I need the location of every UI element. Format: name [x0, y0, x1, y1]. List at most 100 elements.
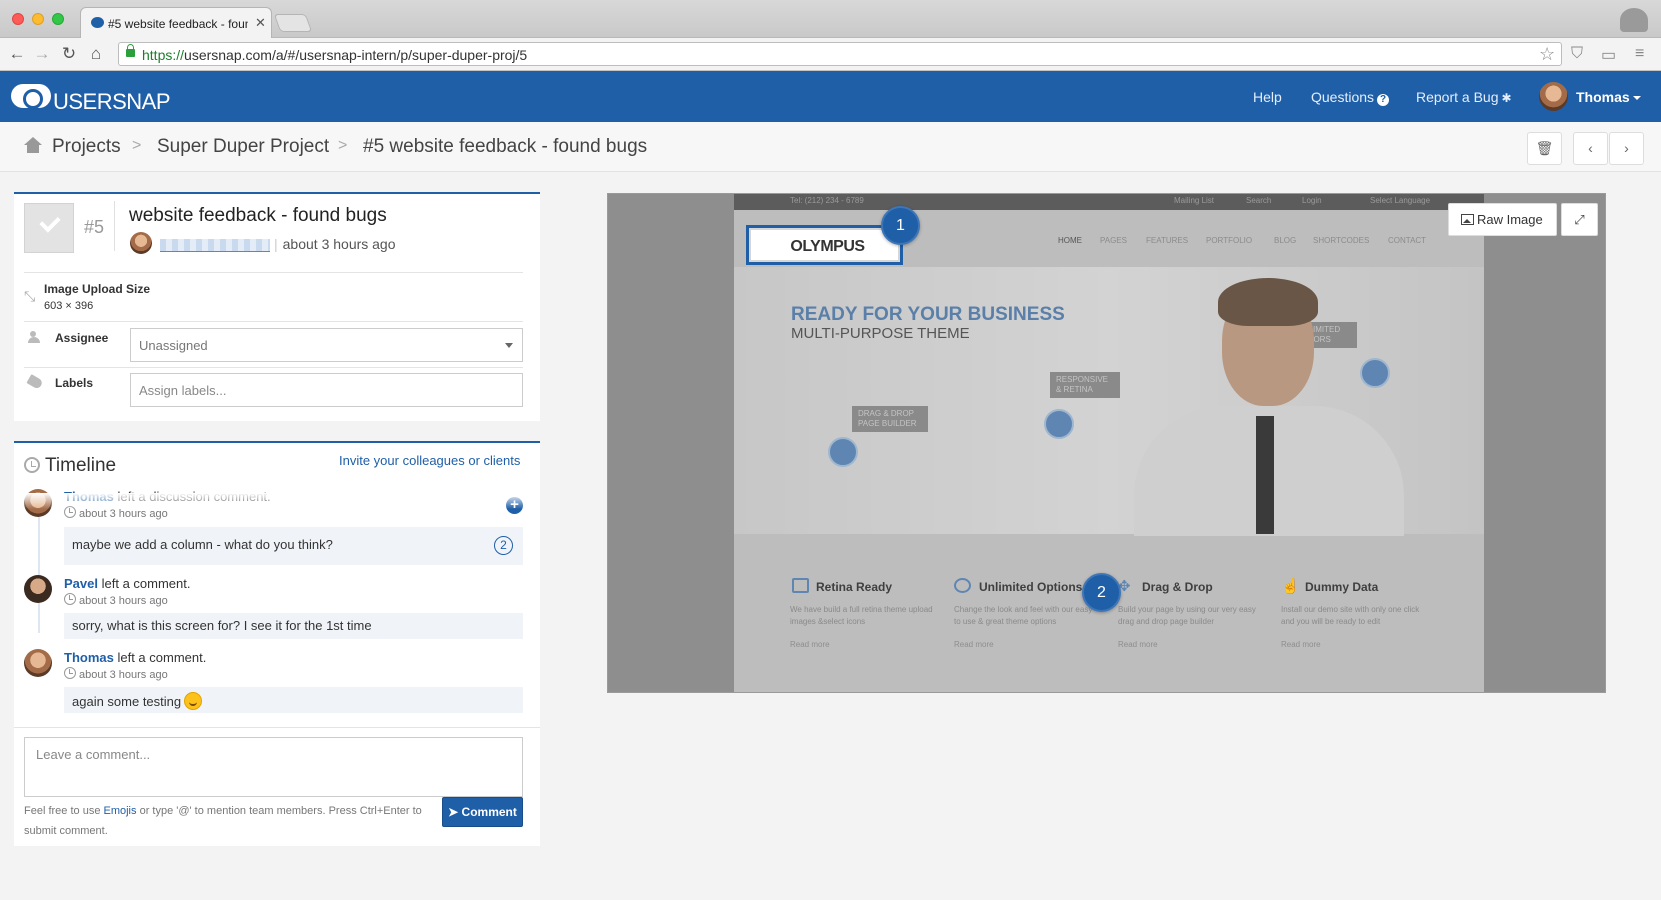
pavel-avatar [24, 575, 52, 603]
comment-body: sorry, what is this screen for? I see it… [64, 613, 523, 639]
entry-time-text: about 3 hours ago [79, 595, 168, 607]
browser-tab[interactable]: #5 website feedback - found bugs ✕ [80, 7, 272, 39]
divider [114, 201, 115, 251]
monitor-icon [792, 578, 809, 593]
window-minimize-icon[interactable] [32, 13, 44, 25]
questions-label: Questions [1311, 89, 1375, 105]
caret-down-icon [1632, 96, 1641, 101]
forward-icon[interactable]: → [33, 44, 51, 64]
smile-emoji-icon [184, 692, 203, 710]
site-feature-text: Change the look and feel with our easy t… [954, 605, 1093, 626]
thomas-avatar [24, 649, 52, 677]
user-name: Thomas [1576, 89, 1630, 105]
raw-image-button[interactable]: Raw Image [1448, 203, 1557, 236]
breadcrumb-separator: > [338, 137, 348, 154]
expand-icon: ⤢ [1574, 212, 1585, 227]
raw-image-label: Raw Image [1477, 212, 1543, 227]
labels-input[interactable] [131, 374, 522, 406]
issue-title: website feedback - found bugs [129, 205, 387, 226]
reporter-email-redacted[interactable] [160, 239, 270, 252]
clock-icon [64, 593, 76, 605]
chevron-right-icon: › [1624, 140, 1629, 156]
annotation-pin-1[interactable]: 1 [881, 206, 920, 245]
site-nav-item: PAGES [1100, 236, 1127, 245]
help-link[interactable]: Help [1253, 89, 1282, 105]
shield-icon[interactable]: ⛉ [1571, 45, 1583, 63]
site-logo-text: OLYMPUS [790, 238, 865, 255]
site-hero-title: READY FOR YOUR BUSINESS [791, 304, 1065, 325]
issue-panel: #5 website feedback - found bugs about 3… [14, 192, 540, 421]
camera-logo-icon [11, 84, 51, 109]
gear-icon [954, 578, 971, 593]
question-circle-icon: ? [1377, 94, 1390, 106]
new-tab-button[interactable] [273, 14, 313, 32]
marker-badge[interactable]: 2 [494, 536, 513, 555]
window-close-icon[interactable] [12, 13, 24, 25]
labels-input-wrap [130, 373, 523, 407]
site-feature-text: We have build a full retina theme upload… [790, 605, 933, 626]
caret-down-icon [505, 343, 513, 348]
site-feature-text: Install our demo site with only one clic… [1281, 605, 1420, 626]
help-text-pre: Feel free to use [24, 805, 101, 817]
breadcrumb-project[interactable]: Super Duper Project [157, 136, 329, 158]
site-hero-subtitle: MULTI-PURPOSE THEME [791, 325, 970, 342]
site-feature-more: Read more [1118, 640, 1158, 649]
divider [24, 321, 523, 322]
browser-titlebar: #5 website feedback - found bugs ✕ [0, 0, 1661, 39]
comment-button[interactable]: ➤ Comment [442, 797, 523, 827]
size-value: 603 × 396 [44, 300, 94, 312]
menu-icon[interactable]: ≡ [1635, 45, 1644, 63]
report-bug-link[interactable]: Report a Bug ✱ [1416, 89, 1512, 105]
home-icon[interactable] [24, 137, 42, 153]
user-menu[interactable]: Thomas [1576, 89, 1641, 105]
comment-text: sorry, what is this screen for? I see it… [72, 618, 372, 633]
invite-link[interactable]: Invite your colleagues or clients [339, 453, 520, 468]
assignee-select[interactable]: Unassigned [130, 328, 523, 362]
breadcrumb-issue: #5 website feedback - found bugs [363, 136, 648, 157]
delete-button[interactable]: 🗑 [1527, 132, 1562, 165]
annotation-pin-2[interactable]: 2 [1082, 573, 1121, 612]
site-hero-person-tie [1256, 416, 1274, 534]
url-text: https://usersnap.com/a/#/usersnap-intern… [142, 47, 528, 63]
bookmark-star-icon[interactable]: ☆ [1539, 44, 1555, 65]
site-feature-text: Build your page by using our very easy d… [1118, 605, 1256, 626]
entry-author[interactable]: Thomas [64, 650, 114, 665]
emojis-link[interactable]: Emojis [104, 805, 137, 817]
cast-icon[interactable]: ▭ [1601, 45, 1616, 65]
entry-time-text: about 3 hours ago [79, 669, 168, 681]
address-bar[interactable]: https://usersnap.com/a/#/usersnap-intern… [118, 42, 1562, 66]
user-avatar[interactable] [1539, 82, 1568, 111]
tab-close-icon[interactable]: ✕ [255, 15, 266, 31]
fullscreen-button[interactable]: ⤢ [1561, 203, 1598, 236]
clock-icon [24, 457, 40, 473]
report-bug-label: Report a Bug [1416, 89, 1499, 105]
breadcrumb-projects[interactable]: Projects [52, 136, 121, 158]
timeline-line [38, 503, 40, 633]
site-topbar-link: Mailing List [1174, 196, 1215, 205]
window-zoom-icon[interactable] [52, 13, 64, 25]
entry-author[interactable]: Pavel [64, 576, 98, 591]
home-icon[interactable]: ⌂ [87, 44, 105, 64]
site-nav-item: BLOG [1274, 236, 1297, 245]
breadcrumb-separator: > [132, 137, 142, 154]
site-feature-title: Dummy Data [1305, 580, 1379, 594]
site-feature-more: Read more [790, 640, 830, 649]
screenshot-viewer[interactable]: Tel: (212) 234 - 6789 Mailing List Searc… [607, 193, 1606, 693]
incognito-icon [1620, 8, 1648, 32]
site-topbar-link: Login [1302, 196, 1322, 205]
browser-toolbar: ← → ↻ ⌂ https://usersnap.com/a/#/usersna… [0, 38, 1661, 71]
questions-link[interactable]: Questions? [1311, 89, 1390, 106]
previous-issue-button[interactable]: ‹ [1573, 132, 1608, 165]
logo-text: USERSNAP [53, 89, 171, 114]
site-topbar-link: Select Language [1370, 196, 1431, 205]
resolve-checkbox[interactable] [24, 203, 74, 253]
back-icon[interactable]: ← [8, 44, 26, 64]
divider [24, 367, 523, 368]
entry-time: about 3 hours ago [64, 667, 168, 681]
next-issue-button[interactable]: › [1609, 132, 1644, 165]
comment-input[interactable] [25, 738, 522, 796]
site-feature-more: Read more [1281, 640, 1321, 649]
site-feature-more: Read more [954, 640, 994, 649]
site-hero-person [1134, 276, 1414, 536]
reload-icon[interactable]: ↻ [60, 44, 78, 64]
